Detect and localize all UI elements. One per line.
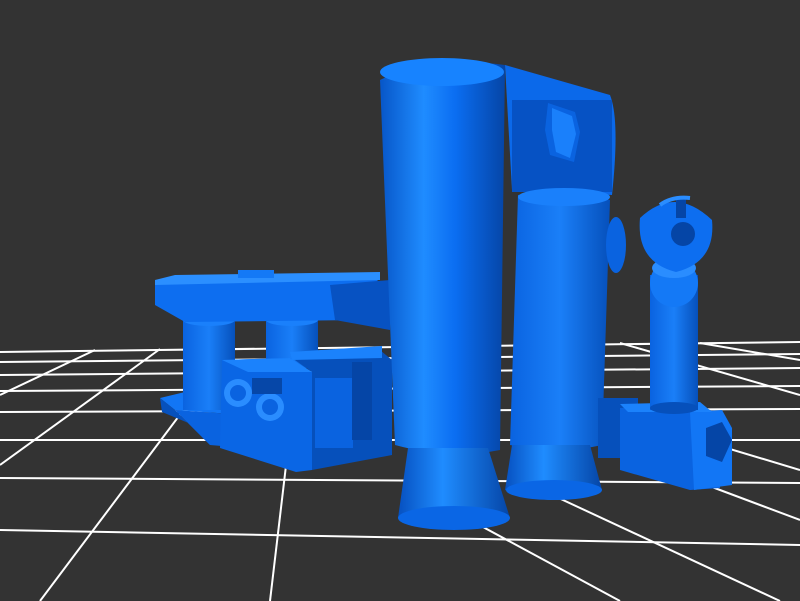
main-cylinder — [380, 58, 505, 455]
3d-viewport[interactable] — [0, 0, 800, 601]
clamp-block — [220, 346, 392, 472]
top-lid — [155, 270, 390, 330]
